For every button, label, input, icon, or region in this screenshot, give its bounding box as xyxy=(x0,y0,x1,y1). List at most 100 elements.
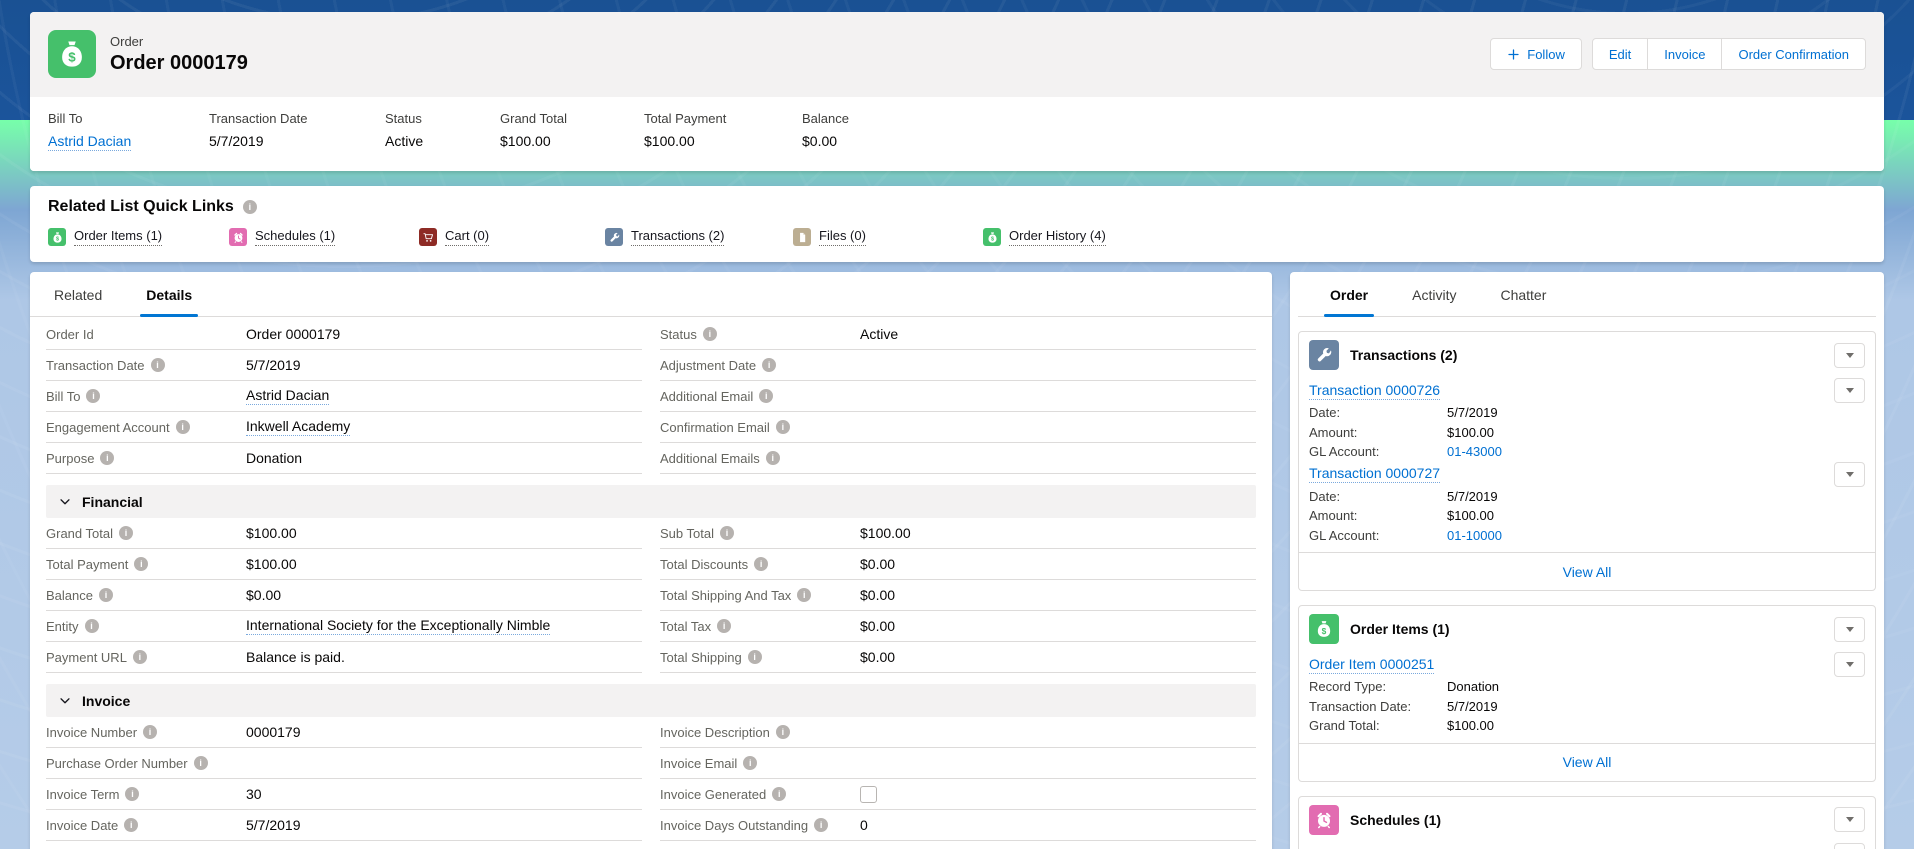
info-icon[interactable] xyxy=(119,526,133,540)
record-field-value: $100.00 xyxy=(1447,506,1494,526)
info-icon[interactable] xyxy=(772,787,786,801)
field-value: $0.00 xyxy=(860,556,895,572)
info-icon[interactable] xyxy=(134,557,148,571)
field-label: Invoice Days Outstanding xyxy=(660,818,808,833)
record-type-label: Order xyxy=(110,34,248,49)
info-icon[interactable] xyxy=(766,451,780,465)
record-field-label: Transaction Date: xyxy=(1309,697,1447,717)
info-icon[interactable] xyxy=(759,389,773,403)
info-icon[interactable] xyxy=(176,420,190,434)
record-field-value: $100.00 xyxy=(1447,716,1494,736)
bill-to-link[interactable]: Astrid Dacian xyxy=(48,133,131,151)
info-icon[interactable] xyxy=(717,619,731,633)
order-confirmation-button[interactable]: Order Confirmation xyxy=(1722,38,1866,70)
row-actions-dropdown-button[interactable] xyxy=(1834,843,1865,849)
field-value: 30 xyxy=(246,786,262,802)
info-icon[interactable] xyxy=(133,650,147,664)
tab-chatter[interactable]: Chatter xyxy=(1494,287,1552,316)
field-label: Bill To xyxy=(46,389,80,404)
quick-link-order-history[interactable]: Order History (4) xyxy=(1009,228,1106,246)
money-bag-icon xyxy=(48,228,66,246)
order-money-bag-icon xyxy=(48,30,96,78)
related-card-title: Schedules (1) xyxy=(1350,812,1441,828)
card-actions-dropdown-button[interactable] xyxy=(1834,807,1865,832)
tab-details[interactable]: Details xyxy=(140,287,198,316)
quick-link-cart[interactable]: Cart (0) xyxy=(445,228,489,246)
record-header-card: Order Order 0000179 Follow Edit Invoice … xyxy=(30,12,1884,171)
field-value: 5/7/2019 xyxy=(246,357,301,373)
info-icon[interactable] xyxy=(743,756,757,770)
row-actions-dropdown-button[interactable] xyxy=(1834,652,1865,677)
tab-related[interactable]: Related xyxy=(48,287,108,316)
field-value: 0000179 xyxy=(246,724,301,740)
info-icon[interactable] xyxy=(776,420,790,434)
caret-down-icon xyxy=(1846,627,1854,632)
tab-activity[interactable]: Activity xyxy=(1406,287,1462,316)
row-actions-dropdown-button[interactable] xyxy=(1834,462,1865,487)
info-icon[interactable] xyxy=(124,818,138,832)
transaction-link[interactable]: Transaction 0000727 xyxy=(1309,465,1440,483)
info-icon[interactable] xyxy=(125,787,139,801)
field-row: Entity International Society for the Exc… xyxy=(46,611,642,642)
info-icon[interactable] xyxy=(100,451,114,465)
details-invoice-section: Invoice Number 0000179 Invoice Descripti… xyxy=(46,717,1256,841)
quick-link-transactions[interactable]: Transactions (2) xyxy=(631,228,724,246)
quick-link-files[interactable]: Files (0) xyxy=(819,228,866,246)
info-icon[interactable] xyxy=(85,619,99,633)
info-icon[interactable] xyxy=(703,327,717,341)
info-icon[interactable] xyxy=(143,725,157,739)
field-row: Additional Emails xyxy=(660,443,1256,474)
info-icon[interactable] xyxy=(194,756,208,770)
info-icon[interactable] xyxy=(720,526,734,540)
field-row: Sub Total $100.00 xyxy=(660,518,1256,549)
card-actions-dropdown-button[interactable] xyxy=(1834,343,1865,368)
info-icon[interactable] xyxy=(243,200,257,214)
bill-to-field-link[interactable]: Astrid Dacian xyxy=(246,387,329,405)
info-icon[interactable] xyxy=(151,358,165,372)
gl-account-link[interactable]: 01-43000 xyxy=(1447,442,1502,462)
info-icon[interactable] xyxy=(797,588,811,602)
info-icon[interactable] xyxy=(748,650,762,664)
file-icon xyxy=(793,228,811,246)
plus-icon xyxy=(1507,48,1520,61)
info-icon[interactable] xyxy=(762,358,776,372)
edit-button[interactable]: Edit xyxy=(1592,38,1648,70)
money-bag-icon xyxy=(1309,614,1339,644)
quick-link-schedules[interactable]: Schedules (1) xyxy=(255,228,335,246)
info-icon[interactable] xyxy=(814,818,828,832)
view-all-link[interactable]: View All xyxy=(1563,564,1612,580)
alarm-clock-icon xyxy=(229,228,247,246)
engagement-account-link[interactable]: Inkwell Academy xyxy=(246,418,350,436)
field-row: Confirmation Email xyxy=(660,412,1256,443)
tab-order[interactable]: Order xyxy=(1324,287,1374,316)
info-icon[interactable] xyxy=(99,588,113,602)
field-label: Total Tax xyxy=(660,619,711,634)
info-icon[interactable] xyxy=(754,557,768,571)
order-item-link[interactable]: Order Item 0000251 xyxy=(1309,656,1434,674)
transaction-link[interactable]: Transaction 0000726 xyxy=(1309,382,1440,400)
field-label: Entity xyxy=(46,619,79,634)
money-bag-icon xyxy=(983,228,1001,246)
highlights-panel: Bill To Astrid Dacian Transaction Date 5… xyxy=(30,97,1884,171)
related-card-title: Transactions (2) xyxy=(1350,347,1457,363)
follow-button[interactable]: Follow xyxy=(1490,38,1582,70)
page-title: Order 0000179 xyxy=(110,52,248,75)
entity-link[interactable]: International Society for the Exceptiona… xyxy=(246,617,550,635)
field-row: Total Shipping $0.00 xyxy=(660,642,1256,673)
caret-down-icon xyxy=(1846,662,1854,667)
related-record: Transaction 0000727 Date:5/7/2019 Amount… xyxy=(1299,462,1875,546)
invoice-button[interactable]: Invoice xyxy=(1648,38,1722,70)
section-header-invoice[interactable]: Invoice xyxy=(46,684,1256,717)
info-icon[interactable] xyxy=(776,725,790,739)
view-all-link[interactable]: View All xyxy=(1563,754,1612,770)
card-actions-dropdown-button[interactable] xyxy=(1834,617,1865,642)
info-icon[interactable] xyxy=(86,389,100,403)
summary-label: Bill To xyxy=(48,111,209,126)
summary-label: Balance xyxy=(802,111,849,126)
section-header-financial[interactable]: Financial xyxy=(46,485,1256,518)
row-actions-dropdown-button[interactable] xyxy=(1834,378,1865,403)
gl-account-link[interactable]: 01-10000 xyxy=(1447,526,1502,546)
quick-link-order-items[interactable]: Order Items (1) xyxy=(74,228,162,246)
invoice-generated-checkbox[interactable] xyxy=(860,786,877,803)
cart-icon xyxy=(419,228,437,246)
